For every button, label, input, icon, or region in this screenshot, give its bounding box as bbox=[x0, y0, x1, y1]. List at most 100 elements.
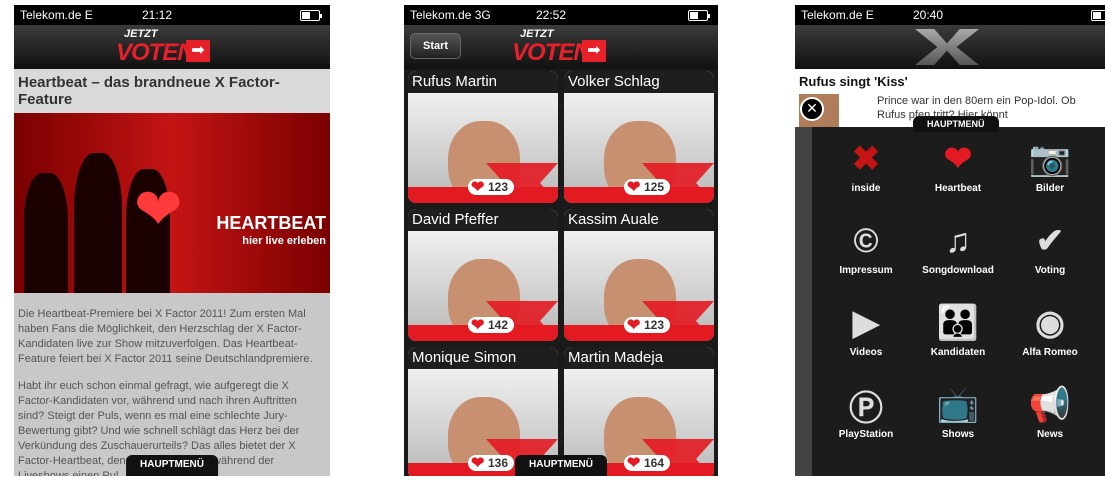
menu-item-videos[interactable]: ▶ Videos bbox=[820, 299, 912, 375]
megaphone-icon: 📢 bbox=[1028, 386, 1072, 424]
status-bar: Telekom.de E 21:12 bbox=[14, 5, 330, 25]
menu-item-label: Voting bbox=[1034, 265, 1066, 276]
heart-icon: ❤ bbox=[627, 179, 641, 196]
vote-count: 123 bbox=[644, 318, 665, 332]
status-bar: Telekom.de 3G 22:52 bbox=[404, 5, 718, 25]
main-menu-panel: ✖ inside ❤ Heartbeat 📷 Bilder © Impressum ♫ Songd… bbox=[812, 127, 1105, 476]
silhouette-image bbox=[74, 153, 122, 293]
menu-item-impressum[interactable]: © Impressum bbox=[820, 217, 912, 293]
candidate-name: Rufus Martin bbox=[408, 71, 558, 93]
battery-icon bbox=[1091, 10, 1105, 21]
candidate-name: David Pfeffer bbox=[408, 209, 558, 231]
clock: 21:12 bbox=[142, 8, 173, 22]
vote-count: 123 bbox=[488, 180, 509, 194]
heart-icon: ❤ bbox=[627, 317, 641, 334]
candidate-card[interactable]: Volker Schlag ❤ 125 bbox=[564, 71, 714, 203]
menu-item-inside[interactable]: ✖ inside bbox=[820, 135, 912, 211]
vote-count-badge[interactable]: ❤ 123 bbox=[624, 317, 671, 334]
candidate-card[interactable]: David Pfeffer ❤ 142 bbox=[408, 209, 558, 341]
menu-item-kandidaten[interactable]: 👪 Kandidaten bbox=[912, 299, 1004, 375]
heart-icon: ❤ bbox=[627, 455, 641, 472]
x-factor-logo-icon: ✖ bbox=[851, 140, 881, 178]
phone-voting-screen: Telekom.de 3G 22:52 Start JETZT VOTEN! ➡… bbox=[404, 5, 718, 476]
heart-icon: ❤ bbox=[471, 179, 485, 196]
menu-item-label: Videos bbox=[849, 347, 883, 358]
main-menu-tab[interactable]: HAUPTMENÜ bbox=[515, 455, 607, 476]
background-article-strip bbox=[795, 127, 812, 476]
status-bar: Telekom.de E 20:40 bbox=[795, 5, 1105, 25]
candidate-grid: Rufus Martin ❤ 123 Volker Schlag ❤ 125 Dav… bbox=[408, 71, 714, 476]
menu-item-label: Heartbeat bbox=[934, 183, 982, 194]
carrier-label: Telekom.de E bbox=[801, 8, 874, 22]
phone-main-menu-screen: Telekom.de E 20:40 Rufus singt 'Kiss' Pr… bbox=[795, 5, 1105, 476]
menu-item-label: Songdownload bbox=[922, 265, 994, 276]
candidate-card[interactable]: Rufus Martin ❤ 123 bbox=[408, 71, 558, 203]
page-title: Heartbeat – das brandneue X Factor-Featu… bbox=[14, 69, 330, 113]
heart-icon: ❤ bbox=[471, 317, 485, 334]
menu-item-shows[interactable]: 📺 Shows bbox=[912, 381, 1004, 457]
paragraph: Die Heartbeat-Premiere bei X Factor 2011… bbox=[18, 308, 313, 365]
menu-item-label: Alfa Romeo bbox=[1022, 347, 1078, 358]
nav-bar: JETZT VOTEN! ➡ bbox=[14, 25, 330, 69]
banner-title: HEARTBEAT bbox=[216, 213, 326, 233]
people-icon: 👪 bbox=[936, 304, 980, 342]
alfa-romeo-logo-icon: ◉ bbox=[1035, 304, 1065, 342]
heartbeat-banner[interactable]: ❤ HEARTBEAT hier live erleben bbox=[14, 113, 330, 293]
vote-count-badge[interactable]: ❤ 136 bbox=[468, 455, 515, 472]
menu-item-label: News bbox=[1036, 429, 1064, 440]
menu-item-heartbeat[interactable]: ❤ Heartbeat bbox=[912, 135, 1004, 211]
article-title[interactable]: Rufus singt 'Kiss' bbox=[795, 69, 1105, 94]
vote-count-badge[interactable]: ❤ 142 bbox=[468, 317, 515, 334]
vote-count: 125 bbox=[644, 180, 665, 194]
snippet-line: Prince war in den 80ern ein Pop-Idol. Ob bbox=[877, 95, 1076, 107]
music-note-icon: ♫ bbox=[945, 221, 971, 260]
copyright-icon: © bbox=[853, 221, 879, 260]
menu-item-label: Bilder bbox=[1035, 183, 1065, 194]
vote-count: 136 bbox=[488, 456, 509, 470]
menu-grid: ✖ inside ❤ Heartbeat 📷 Bilder © Impressum ♫ Songd… bbox=[820, 135, 1105, 457]
candidate-name: Kassim Auale bbox=[564, 209, 714, 231]
vote-count: 142 bbox=[488, 318, 509, 332]
vote-count-badge[interactable]: ❤ 125 bbox=[624, 179, 671, 196]
voting-person-icon: ✔ bbox=[1035, 222, 1065, 260]
clock: 20:40 bbox=[913, 8, 944, 22]
heart-icon: ❤ bbox=[134, 177, 183, 242]
jetzt-voten-logo[interactable]: JETZT VOTEN! ➡ bbox=[500, 28, 620, 66]
menu-item-news[interactable]: 📢 News bbox=[1004, 381, 1096, 457]
start-back-button[interactable]: Start bbox=[410, 33, 462, 59]
candidate-name: Martin Madeja bbox=[564, 347, 714, 369]
arrow-right-icon: ➡ bbox=[186, 40, 210, 62]
menu-item-alfa-romeo[interactable]: ◉ Alfa Romeo bbox=[1004, 299, 1096, 375]
vote-count-badge[interactable]: ❤ 123 bbox=[468, 179, 515, 196]
menu-item-label: Shows bbox=[941, 429, 975, 440]
nav-bar: Start JETZT VOTEN! ➡ bbox=[404, 25, 718, 69]
arrow-right-icon: ➡ bbox=[582, 40, 606, 62]
main-menu-tab[interactable]: HAUPTMENÜ bbox=[126, 455, 218, 476]
candidate-card[interactable]: Kassim Auale ❤ 123 bbox=[564, 209, 714, 341]
menu-item-playstation[interactable]: Ⓟ PlayStation bbox=[820, 381, 912, 457]
camera-icon: 📷 bbox=[1028, 140, 1072, 178]
candidate-name: Monique Simon bbox=[408, 347, 558, 369]
menu-item-label: Impressum bbox=[839, 265, 893, 276]
clock: 22:52 bbox=[536, 8, 567, 22]
playstation-logo-icon: Ⓟ bbox=[849, 389, 883, 428]
x-factor-logo[interactable] bbox=[915, 29, 979, 65]
jetzt-voten-logo[interactable]: JETZT VOTEN! ➡ bbox=[104, 28, 224, 66]
vote-count-badge[interactable]: ❤ 164 bbox=[624, 455, 671, 472]
menu-item-bilder[interactable]: 📷 Bilder bbox=[1004, 135, 1096, 211]
carrier-label: Telekom.de E bbox=[20, 8, 93, 22]
menu-item-label: PlayStation bbox=[838, 429, 894, 440]
main-menu-tab[interactable]: HAUPTMENÜ bbox=[913, 116, 999, 132]
tv-icon: 📺 bbox=[936, 386, 980, 424]
menu-item-songdownload[interactable]: ♫ Songdownload bbox=[912, 217, 1004, 293]
battery-icon bbox=[300, 10, 322, 21]
menu-item-label: Kandidaten bbox=[930, 347, 986, 358]
vote-count: 164 bbox=[644, 456, 665, 470]
menu-item-voting[interactable]: ✔ Voting bbox=[1004, 217, 1096, 293]
battery-icon bbox=[688, 10, 710, 21]
carrier-label: Telekom.de 3G bbox=[410, 8, 491, 22]
video-film-icon: ▶ bbox=[852, 304, 880, 342]
close-icon[interactable]: ✕ bbox=[800, 97, 824, 121]
candidate-name: Volker Schlag bbox=[564, 71, 714, 93]
heart-icon: ❤ bbox=[471, 455, 485, 472]
